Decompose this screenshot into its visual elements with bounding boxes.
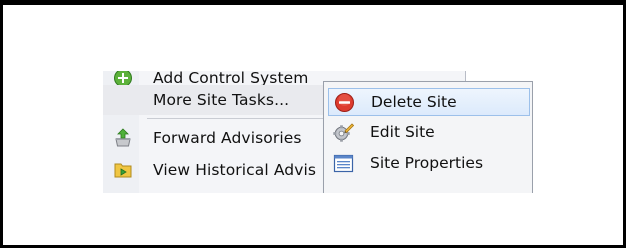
- submenu-item-label: Edit Site: [370, 123, 435, 141]
- menu-item-label: View Historical Advis: [153, 161, 317, 179]
- submenu-item-site-properties[interactable]: Site Properties: [328, 150, 530, 178]
- submenu-item-label: Site Properties: [370, 154, 484, 172]
- submenu-item-edit-site[interactable]: Edit Site: [328, 119, 530, 147]
- menu-screenshot: Add Control System More Site Tasks... Fo…: [103, 71, 533, 193]
- delete-icon: [335, 93, 354, 112]
- menu-item-label: Forward Advisories: [153, 129, 302, 147]
- view-historical-icon: [114, 163, 132, 178]
- menu-item-label: More Site Tasks...: [153, 91, 290, 109]
- forward-advisories-icon: [115, 128, 131, 147]
- edit-gear-icon: [333, 123, 354, 142]
- submenu-item-label: Delete Site: [371, 93, 457, 111]
- screenshot-frame: Add Control System More Site Tasks... Fo…: [0, 0, 626, 248]
- site-tasks-submenu: Delete Site Edit Site Site Properties: [323, 81, 533, 193]
- properties-list-icon: [333, 154, 354, 173]
- submenu-item-delete-site[interactable]: Delete Site: [328, 88, 530, 116]
